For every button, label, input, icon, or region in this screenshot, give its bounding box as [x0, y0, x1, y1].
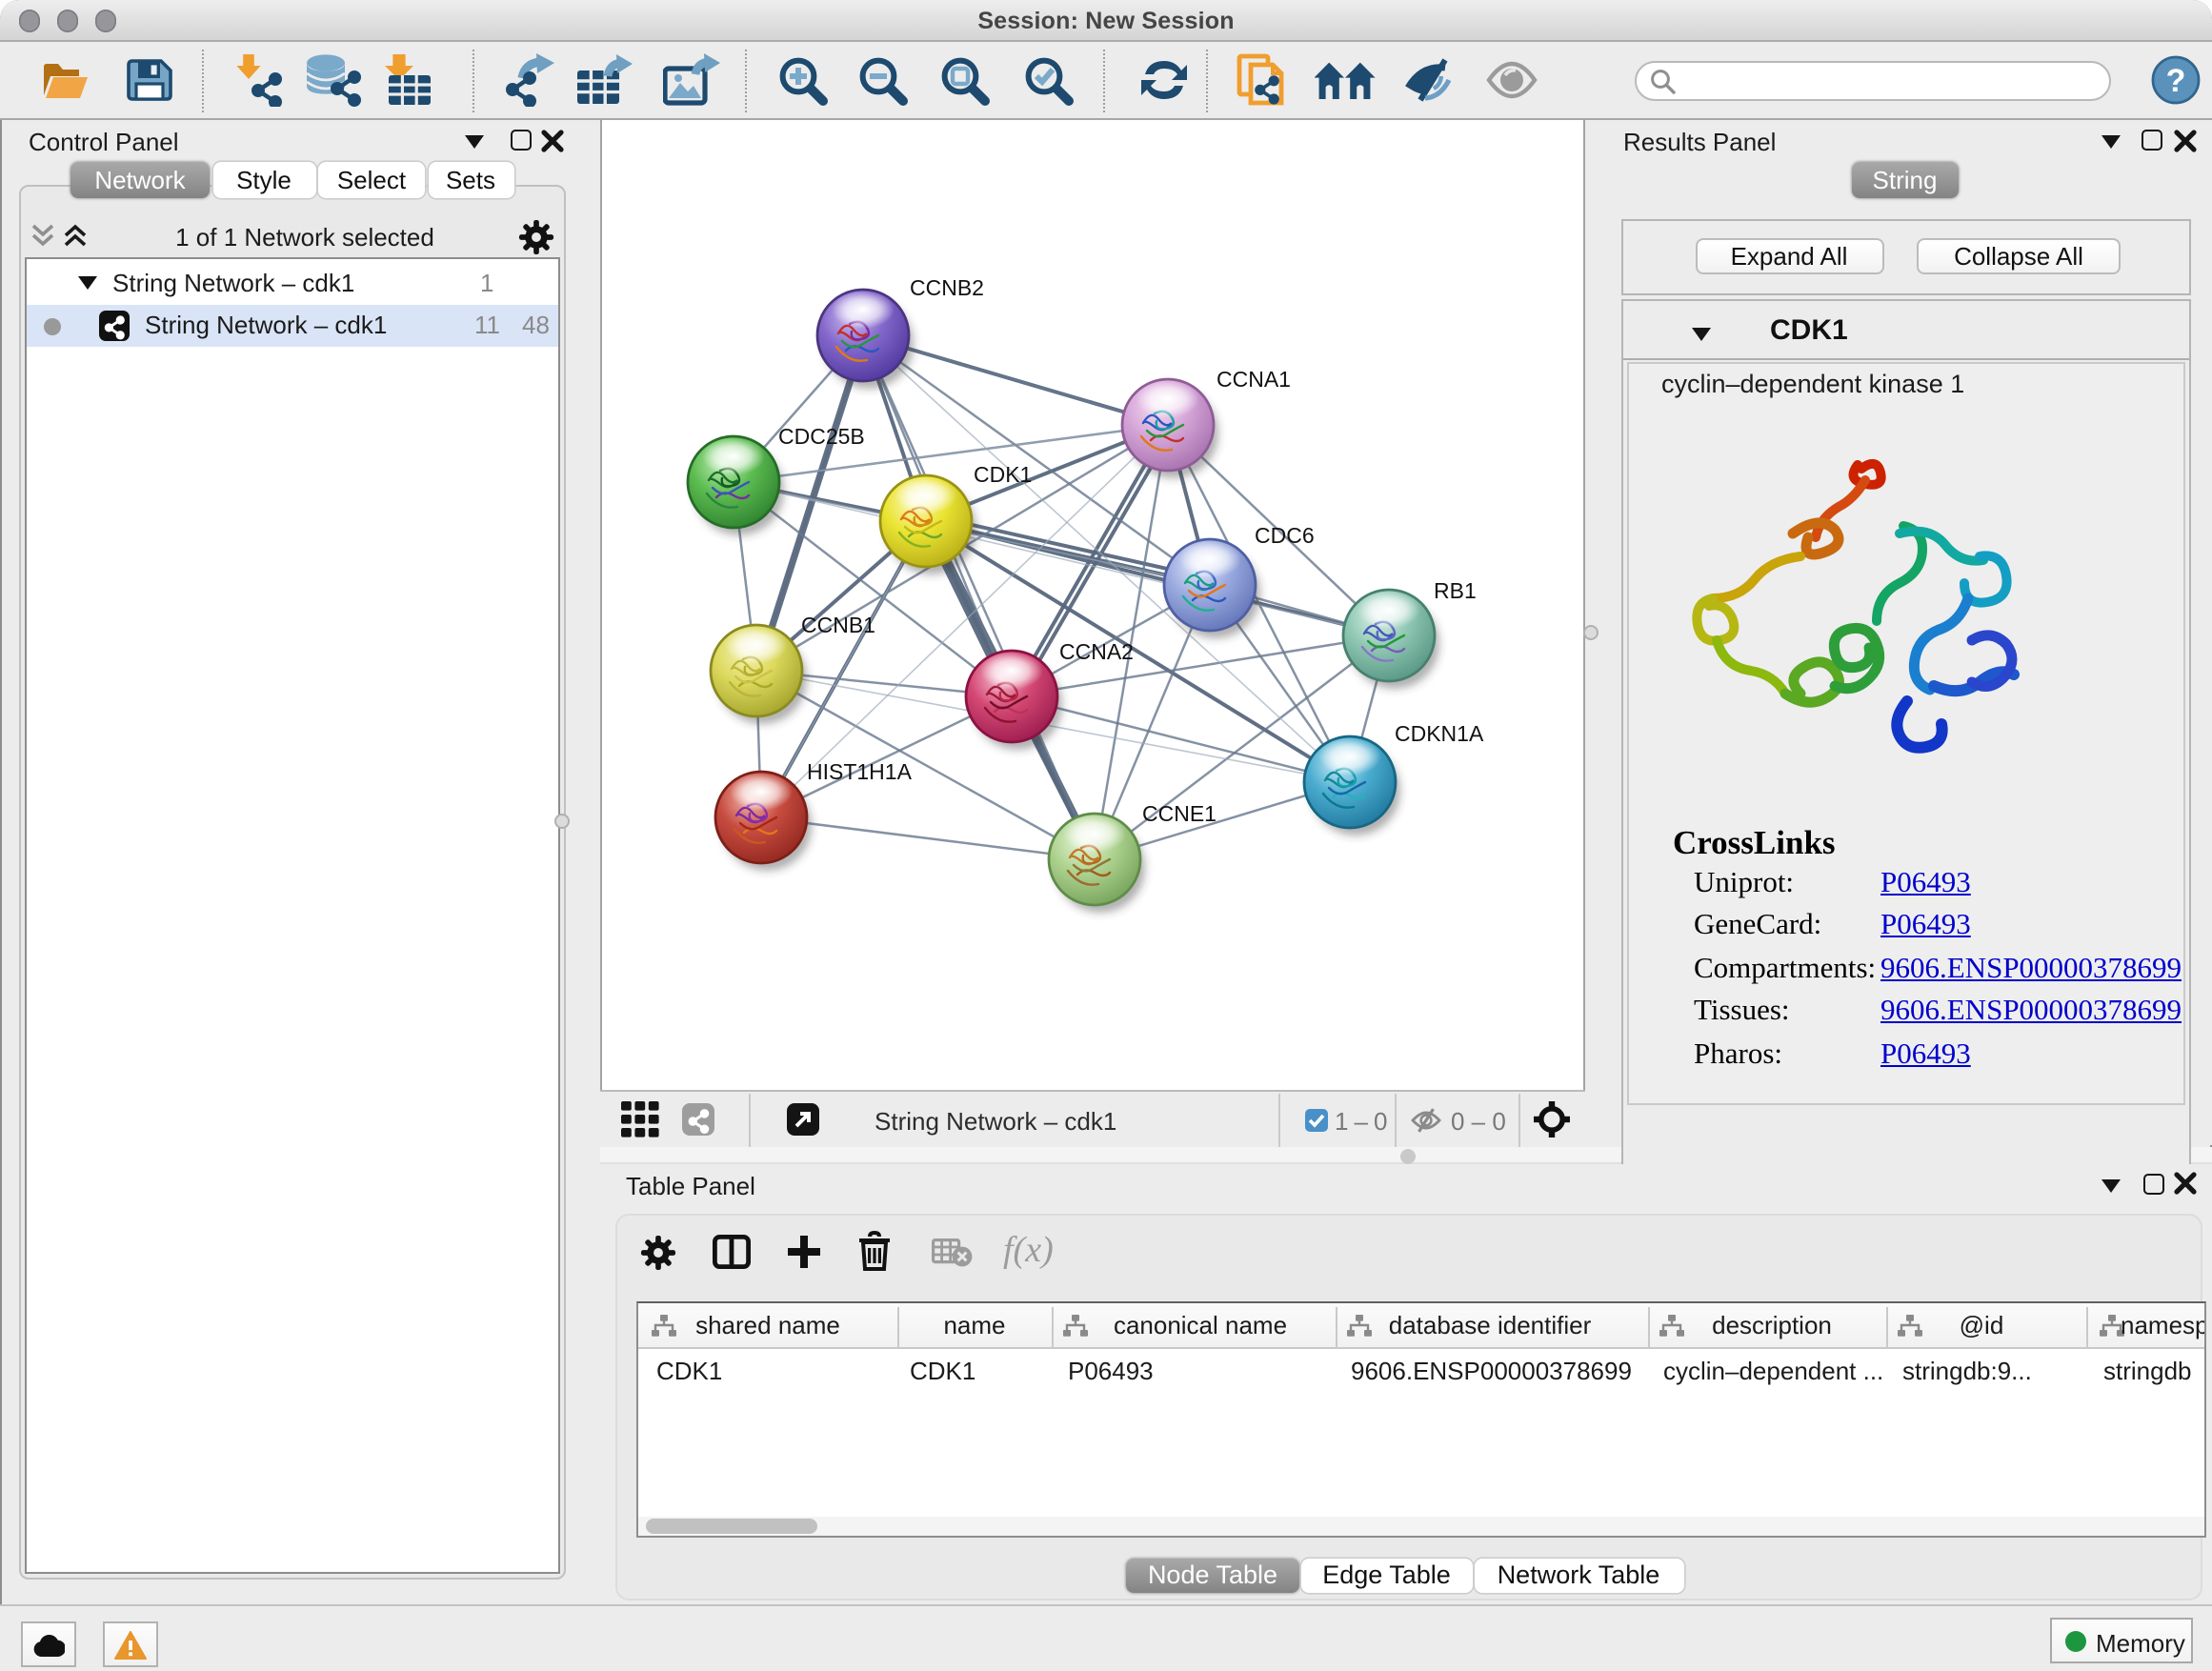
svg-text:CDC6: CDC6	[1254, 523, 1314, 548]
svg-text:?: ?	[2165, 63, 2185, 99]
svg-text:CDK1: CDK1	[973, 462, 1031, 487]
svg-text:CCNA1: CCNA1	[1216, 367, 1290, 392]
svg-text:CCNB1: CCNB1	[800, 613, 875, 637]
svg-text:CCNE1: CCNE1	[1141, 801, 1216, 826]
svg-text:HIST1H1A: HIST1H1A	[806, 759, 912, 784]
svg-text:CCNB2: CCNB2	[909, 275, 983, 300]
svg-text:CDKN1A: CDKN1A	[1394, 721, 1483, 746]
svg-text:RB1: RB1	[1433, 578, 1476, 603]
svg-text:CDC25B: CDC25B	[777, 424, 864, 449]
svg-text:CCNA2: CCNA2	[1058, 639, 1133, 664]
